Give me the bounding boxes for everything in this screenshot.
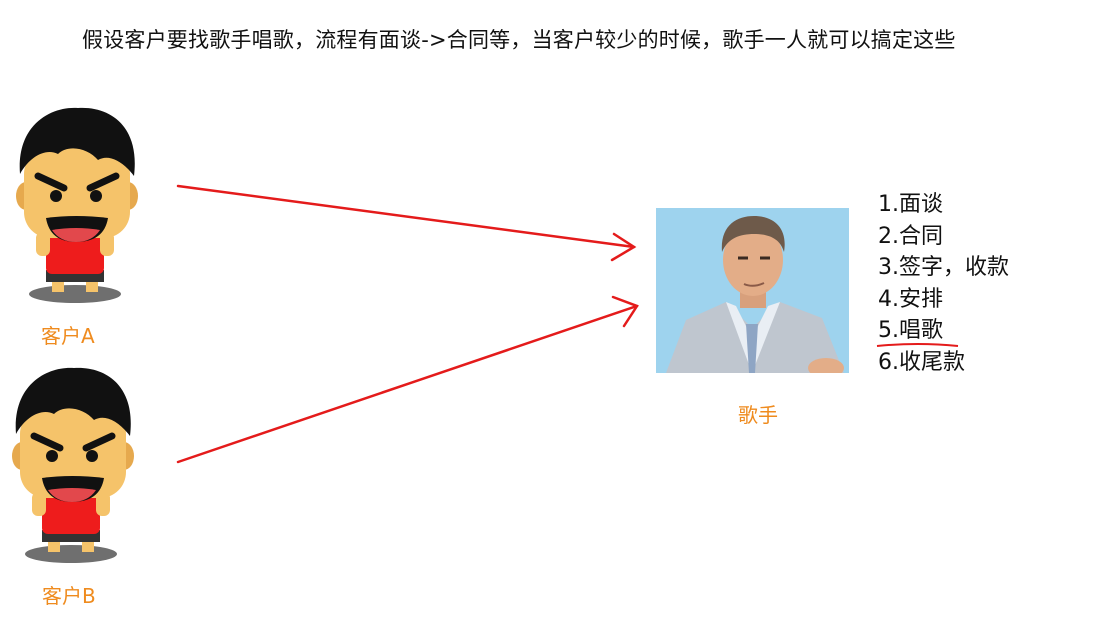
connector-arrows	[176, 184, 959, 464]
step-5-underline	[876, 343, 959, 347]
arrow-client-a-to-singer	[176, 184, 637, 262]
arrow-client-b-to-singer	[176, 295, 639, 464]
